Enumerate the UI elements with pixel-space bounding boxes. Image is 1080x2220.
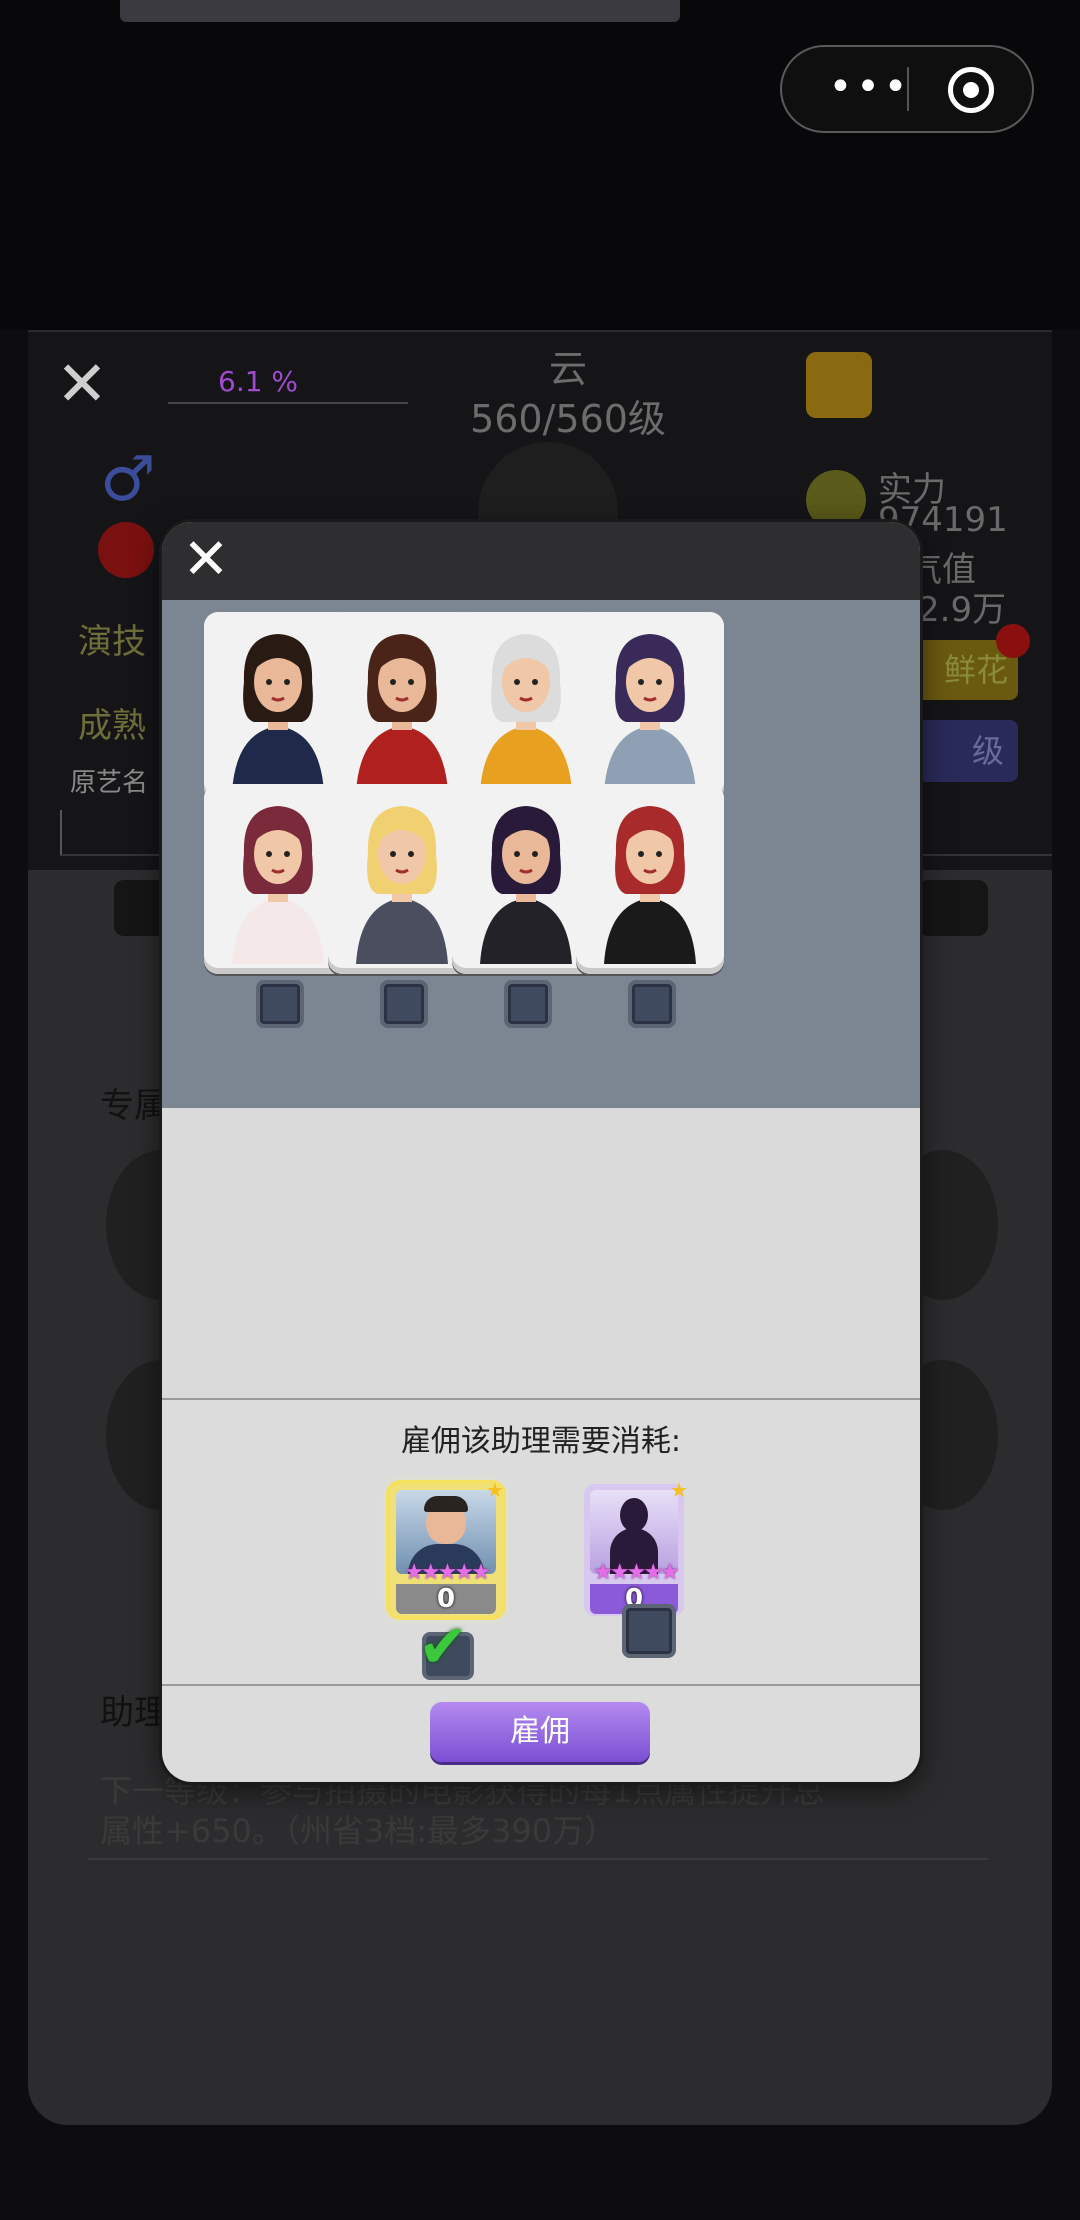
select-checkbox[interactable] <box>380 980 428 1028</box>
corner-star-icon: ★ <box>486 1478 504 1502</box>
more-icon[interactable]: ••• <box>820 67 920 107</box>
star-rating: ★★★★★ <box>593 1560 680 1585</box>
close-icon[interactable]: ✕ <box>178 532 234 588</box>
assistant-photographer[interactable] <box>576 612 724 802</box>
acting-label: 演技 <box>78 622 146 662</box>
power-arrow-icon <box>806 470 866 530</box>
notification-dot <box>996 624 1030 658</box>
cost-check-mystery[interactable] <box>622 1604 676 1658</box>
assistant-portrait <box>232 634 324 792</box>
assistant-red-hair-dress[interactable] <box>576 784 724 974</box>
assistant-portrait <box>356 634 448 792</box>
gift-icon[interactable] <box>98 522 154 578</box>
modal-header <box>162 522 920 600</box>
assistant-portrait <box>604 634 696 792</box>
player-name: 云 <box>548 347 587 391</box>
assistant-portrait <box>232 806 324 964</box>
former-name-label: 原艺名 <box>70 768 149 798</box>
male-icon: ♂ <box>100 442 156 515</box>
corner-star-icon: ★ <box>670 1478 688 1502</box>
cost-card-mystery[interactable]: ★ ★★★★★ 0 <box>584 1478 688 1616</box>
star-rating: ★★★★★ <box>404 1560 491 1585</box>
edit-icon[interactable] <box>806 352 872 418</box>
select-checkbox[interactable] <box>504 980 552 1028</box>
assistant-portrait <box>356 806 448 964</box>
description-line2: 属性+650。（州省3档:最多390万） <box>100 1812 617 1850</box>
empty-area <box>162 1108 920 1398</box>
maturity-label: 成熟 <box>78 706 146 746</box>
exclusive-label: 专属 <box>100 1086 168 1126</box>
card-count: 0 <box>396 1584 496 1614</box>
assistant-portrait <box>604 806 696 964</box>
select-checkbox[interactable] <box>628 980 676 1028</box>
cost-label: 雇佣该助理需要消耗: <box>400 1424 682 1459</box>
assistant-portrait <box>480 634 572 792</box>
hire-button[interactable]: 雇佣 <box>430 1702 650 1762</box>
checkmark-icon: ✔ <box>418 1612 469 1682</box>
exit-miniprogram-icon[interactable] <box>948 67 994 113</box>
profile-close-icon[interactable]: ✕ <box>56 353 116 415</box>
value-amount: 2.9万 <box>918 590 1007 630</box>
select-checkbox[interactable] <box>256 980 304 1028</box>
miniprogram-capsule[interactable]: ••• <box>780 45 1034 133</box>
player-level: 560/560级 <box>470 397 666 441</box>
cost-card-actor[interactable]: ★ ★★★★★ 0 <box>390 1478 504 1616</box>
assistant-label: 助理 <box>100 1693 168 1733</box>
id-badge: 6.1 % <box>168 360 408 404</box>
assistant-portrait <box>480 806 572 964</box>
hire-assistant-modal: ✕ 雇佣该助理需要消耗: ★ ★★★★★ 0 ✔ ★ ★★★★★ 0 雇佣 <box>162 522 920 1782</box>
